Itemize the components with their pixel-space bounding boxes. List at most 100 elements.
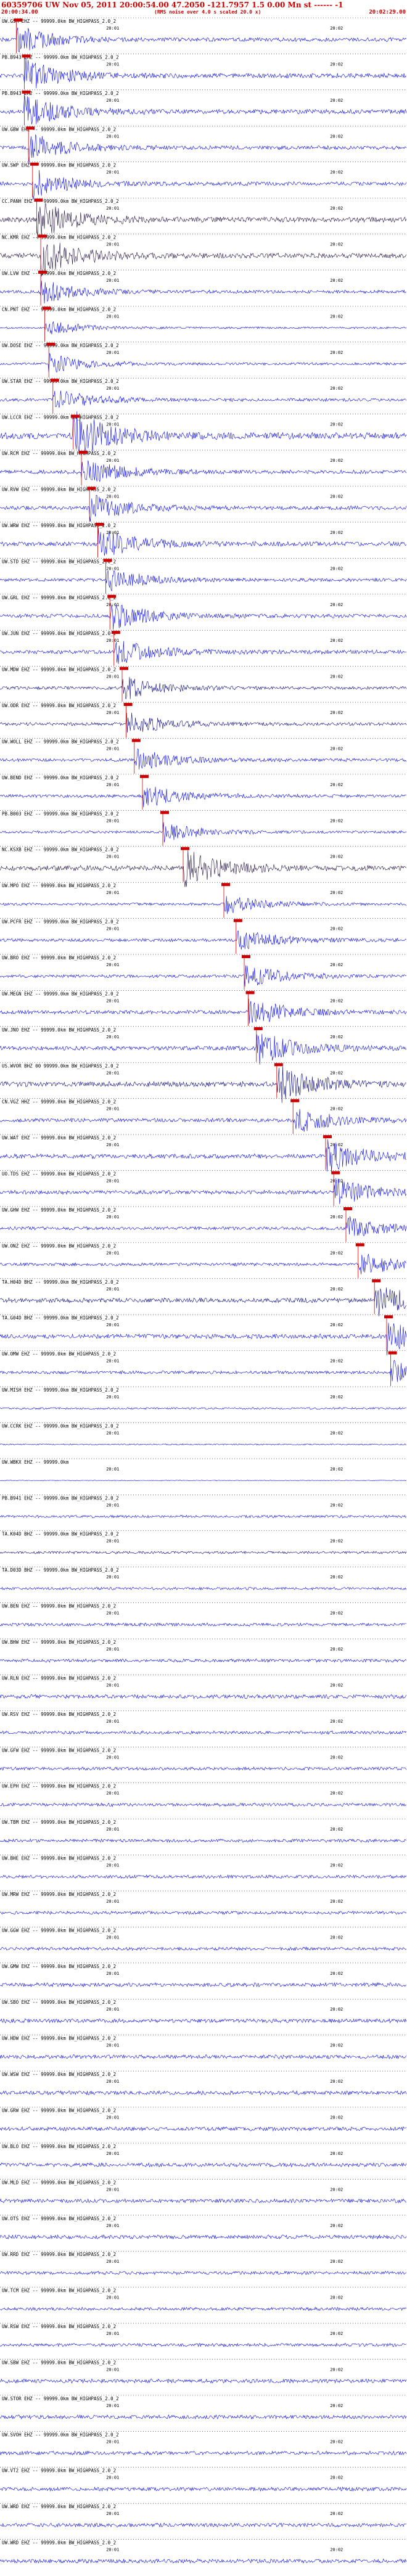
waveform-trace (0, 896, 407, 914)
trace-label: UW.LVW EHZ -- 99999.0km BW_HIGHPASS_2.0_… (2, 271, 116, 276)
minute-tick-label: 20:01 (106, 98, 119, 103)
trace-label: CN.PNT EHZ -- 99999.0km BW_HIGHPASS_2.0_… (2, 306, 116, 312)
minute-tick-label: 20:02 (330, 386, 343, 391)
trace-label: PB.B943 EHZ -- 99999.0km BW_HIGHPASS_2.0… (2, 54, 119, 60)
minute-tick-label: 20:01 (106, 242, 119, 247)
phase-pick-marker (95, 522, 104, 526)
trace-label: UW.OTS EHZ -- 99999.0km BW_HIGHPASS_2.0_… (2, 2216, 116, 2221)
trace-label: UW.RSW EHZ -- 99999.0km BW_HIGHPASS_2.0_… (2, 2324, 116, 2329)
minute-tick-label: 20:02 (330, 1142, 343, 1147)
minute-tick-label: 20:01 (106, 1070, 119, 1075)
trace-label: TA.G04D BHZ -- 99999.0km BW_HIGHPASS_2.0… (2, 1315, 119, 1321)
minute-tick-label: 20:02 (330, 1863, 343, 1868)
trace-label: CC.PANH EHZ -- 99999.0km BW_HIGHPASS_2.0… (2, 199, 119, 204)
waveform-trace (0, 2234, 407, 2240)
trace-label: UW.WRD EHZ -- 99999.0km BW_HIGHPASS_2.0_… (2, 2504, 116, 2509)
trace-label: UW.BEN EHZ -- 99999.0km BW_HIGHPASS_2.0_… (2, 1604, 116, 1609)
waveform-trace (0, 965, 406, 987)
phase-pick-marker (233, 919, 242, 922)
phase-pick-marker (131, 739, 141, 742)
minute-tick-label: 20:02 (330, 2331, 343, 2336)
minute-tick-label: 20:01 (106, 350, 119, 355)
minute-tick-label: 20:02 (330, 1935, 343, 1940)
minute-tick-label: 20:02 (330, 278, 343, 283)
minute-tick-label: 20:01 (106, 62, 119, 67)
minute-tick-label: 20:01 (106, 1287, 119, 1292)
waveform-trace (0, 1360, 407, 1382)
phase-pick-marker (38, 270, 47, 274)
phase-pick-marker (22, 54, 31, 58)
minute-tick-label: 20:01 (106, 2007, 119, 2012)
waveform-trace (0, 2558, 407, 2564)
phase-pick-marker (388, 1351, 397, 1355)
waveform-trace (0, 1253, 407, 1274)
waveform-trace (0, 1139, 406, 1173)
minute-tick-label: 20:01 (106, 1215, 119, 1220)
trace-label: UW.DOSE EHZ -- 99999.0km BW_HIGHPASS_2.0… (2, 343, 119, 348)
waveform-trace (0, 1514, 407, 1519)
waveform-trace (0, 353, 406, 373)
trace-label: NC.KSXB EHZ -- 99999.0km BW_HIGHPASS_2.0… (2, 847, 119, 853)
minute-tick-label: 20:02 (330, 2151, 343, 2156)
minute-tick-label: 20:02 (330, 1611, 343, 1616)
phase-pick-marker (245, 991, 255, 995)
minute-tick-label: 20:01 (106, 1719, 119, 1724)
minute-tick-label: 20:02 (330, 2439, 343, 2444)
minute-tick-label: 20:01 (106, 494, 119, 499)
waveform-trace (0, 1586, 407, 1591)
trace-label: UW.RSV EHZ -- 99999.0km BW_HIGHPASS_2.0_… (2, 1712, 116, 1717)
trace-label: UW.GRL EHZ -- 99999.0km BW_HIGHPASS_2.0_… (2, 595, 116, 601)
minute-tick-label: 20:02 (330, 314, 343, 319)
waveform-trace (0, 1766, 407, 1771)
phase-pick-marker (70, 414, 80, 418)
phase-pick-marker (274, 1063, 283, 1067)
trace-label: UW.TBM EHZ -- 99999.0km BW_HIGHPASS_2.0_… (2, 1819, 116, 1825)
waveform-trace (0, 170, 407, 200)
phase-pick-marker (343, 1207, 352, 1210)
waveform-trace (0, 280, 406, 304)
phase-pick-marker (38, 234, 47, 238)
seismogram-panel: UW.GSM EHZ -- 99999.0km BW_HIGHPASS_2.0_… (0, 17, 407, 2575)
waveform-trace (0, 2414, 407, 2420)
minute-tick-label: 20:01 (106, 2187, 119, 2192)
minute-tick-label: 20:02 (330, 1430, 343, 1435)
waveform-trace (0, 1066, 406, 1103)
minute-tick-label: 20:01 (106, 1755, 119, 1760)
minute-tick-label: 20:01 (106, 2548, 119, 2553)
trace-label: UW.BEND EHZ -- 99999.0km BW_HIGHPASS_2.0… (2, 775, 119, 781)
waveform-trace (0, 930, 406, 950)
phase-pick-marker (22, 90, 31, 94)
minute-tick-label: 20:02 (330, 2223, 343, 2228)
trace-label: UW.WRD EHZ -- 99999.0km BW_HIGHPASS_2.0_… (2, 2540, 116, 2546)
trace-label: UW.MPO EHZ -- 99999.0km BW_HIGHPASS_2.0_… (2, 883, 116, 888)
phase-pick-marker (42, 306, 51, 310)
minute-tick-label: 20:02 (330, 1755, 343, 1760)
waveform-trace (0, 676, 407, 699)
minute-tick-label: 20:02 (330, 1467, 343, 1472)
trace-label: UW.STOR EHZ -- 99999.0km BW_HIGHPASS_2.0… (2, 2396, 119, 2402)
minute-tick-label: 20:02 (330, 998, 343, 1003)
trace-label: UW.ONZ EHZ -- 99999.0km BW_HIGHPASS_2.0_… (2, 1243, 116, 1249)
waveform-trace (0, 570, 407, 592)
trace-label: TA.H04D BHZ -- 99999.0km BW_HIGHPASS_2.0… (2, 1279, 119, 1285)
minute-tick-label: 20:02 (330, 1215, 343, 1220)
trace-label: UW.VT2 EHZ -- 99999.0km BW_HIGHPASS_2.0_… (2, 2468, 116, 2474)
waveform-trace (0, 1622, 406, 1627)
minute-tick-label: 20:02 (330, 1107, 343, 1112)
minute-tick-label: 20:02 (330, 1070, 343, 1075)
minute-tick-label: 20:01 (106, 2476, 119, 2480)
waveform-trace (0, 1658, 407, 1663)
phase-pick-marker (323, 1135, 332, 1139)
minute-tick-label: 20:01 (106, 2295, 119, 2300)
minute-tick-label: 20:01 (106, 2259, 119, 2264)
trace-label: UW.PCFR EHZ -- 99999.0km BW_HIGHPASS_2.0… (2, 919, 119, 925)
minute-tick-label: 20:02 (330, 2367, 343, 2372)
minute-tick-label: 20:02 (330, 1539, 343, 1544)
trace-label: UW.RRD EHZ -- 99999.0km BW_HIGHPASS_2.0_… (2, 2252, 116, 2257)
trace-label: UW.RLN EHZ -- 99999.0km BW_HIGHPASS_2.0_… (2, 1675, 116, 1681)
phase-pick-marker (331, 1171, 340, 1175)
phase-pick-marker (103, 559, 112, 562)
trace-label: CN.VGZ HHZ -- 99999.0km BW_HIGHPASS_2.0_… (2, 1099, 116, 1105)
waveform-trace (0, 1802, 406, 1807)
phase-pick-marker (46, 342, 56, 346)
